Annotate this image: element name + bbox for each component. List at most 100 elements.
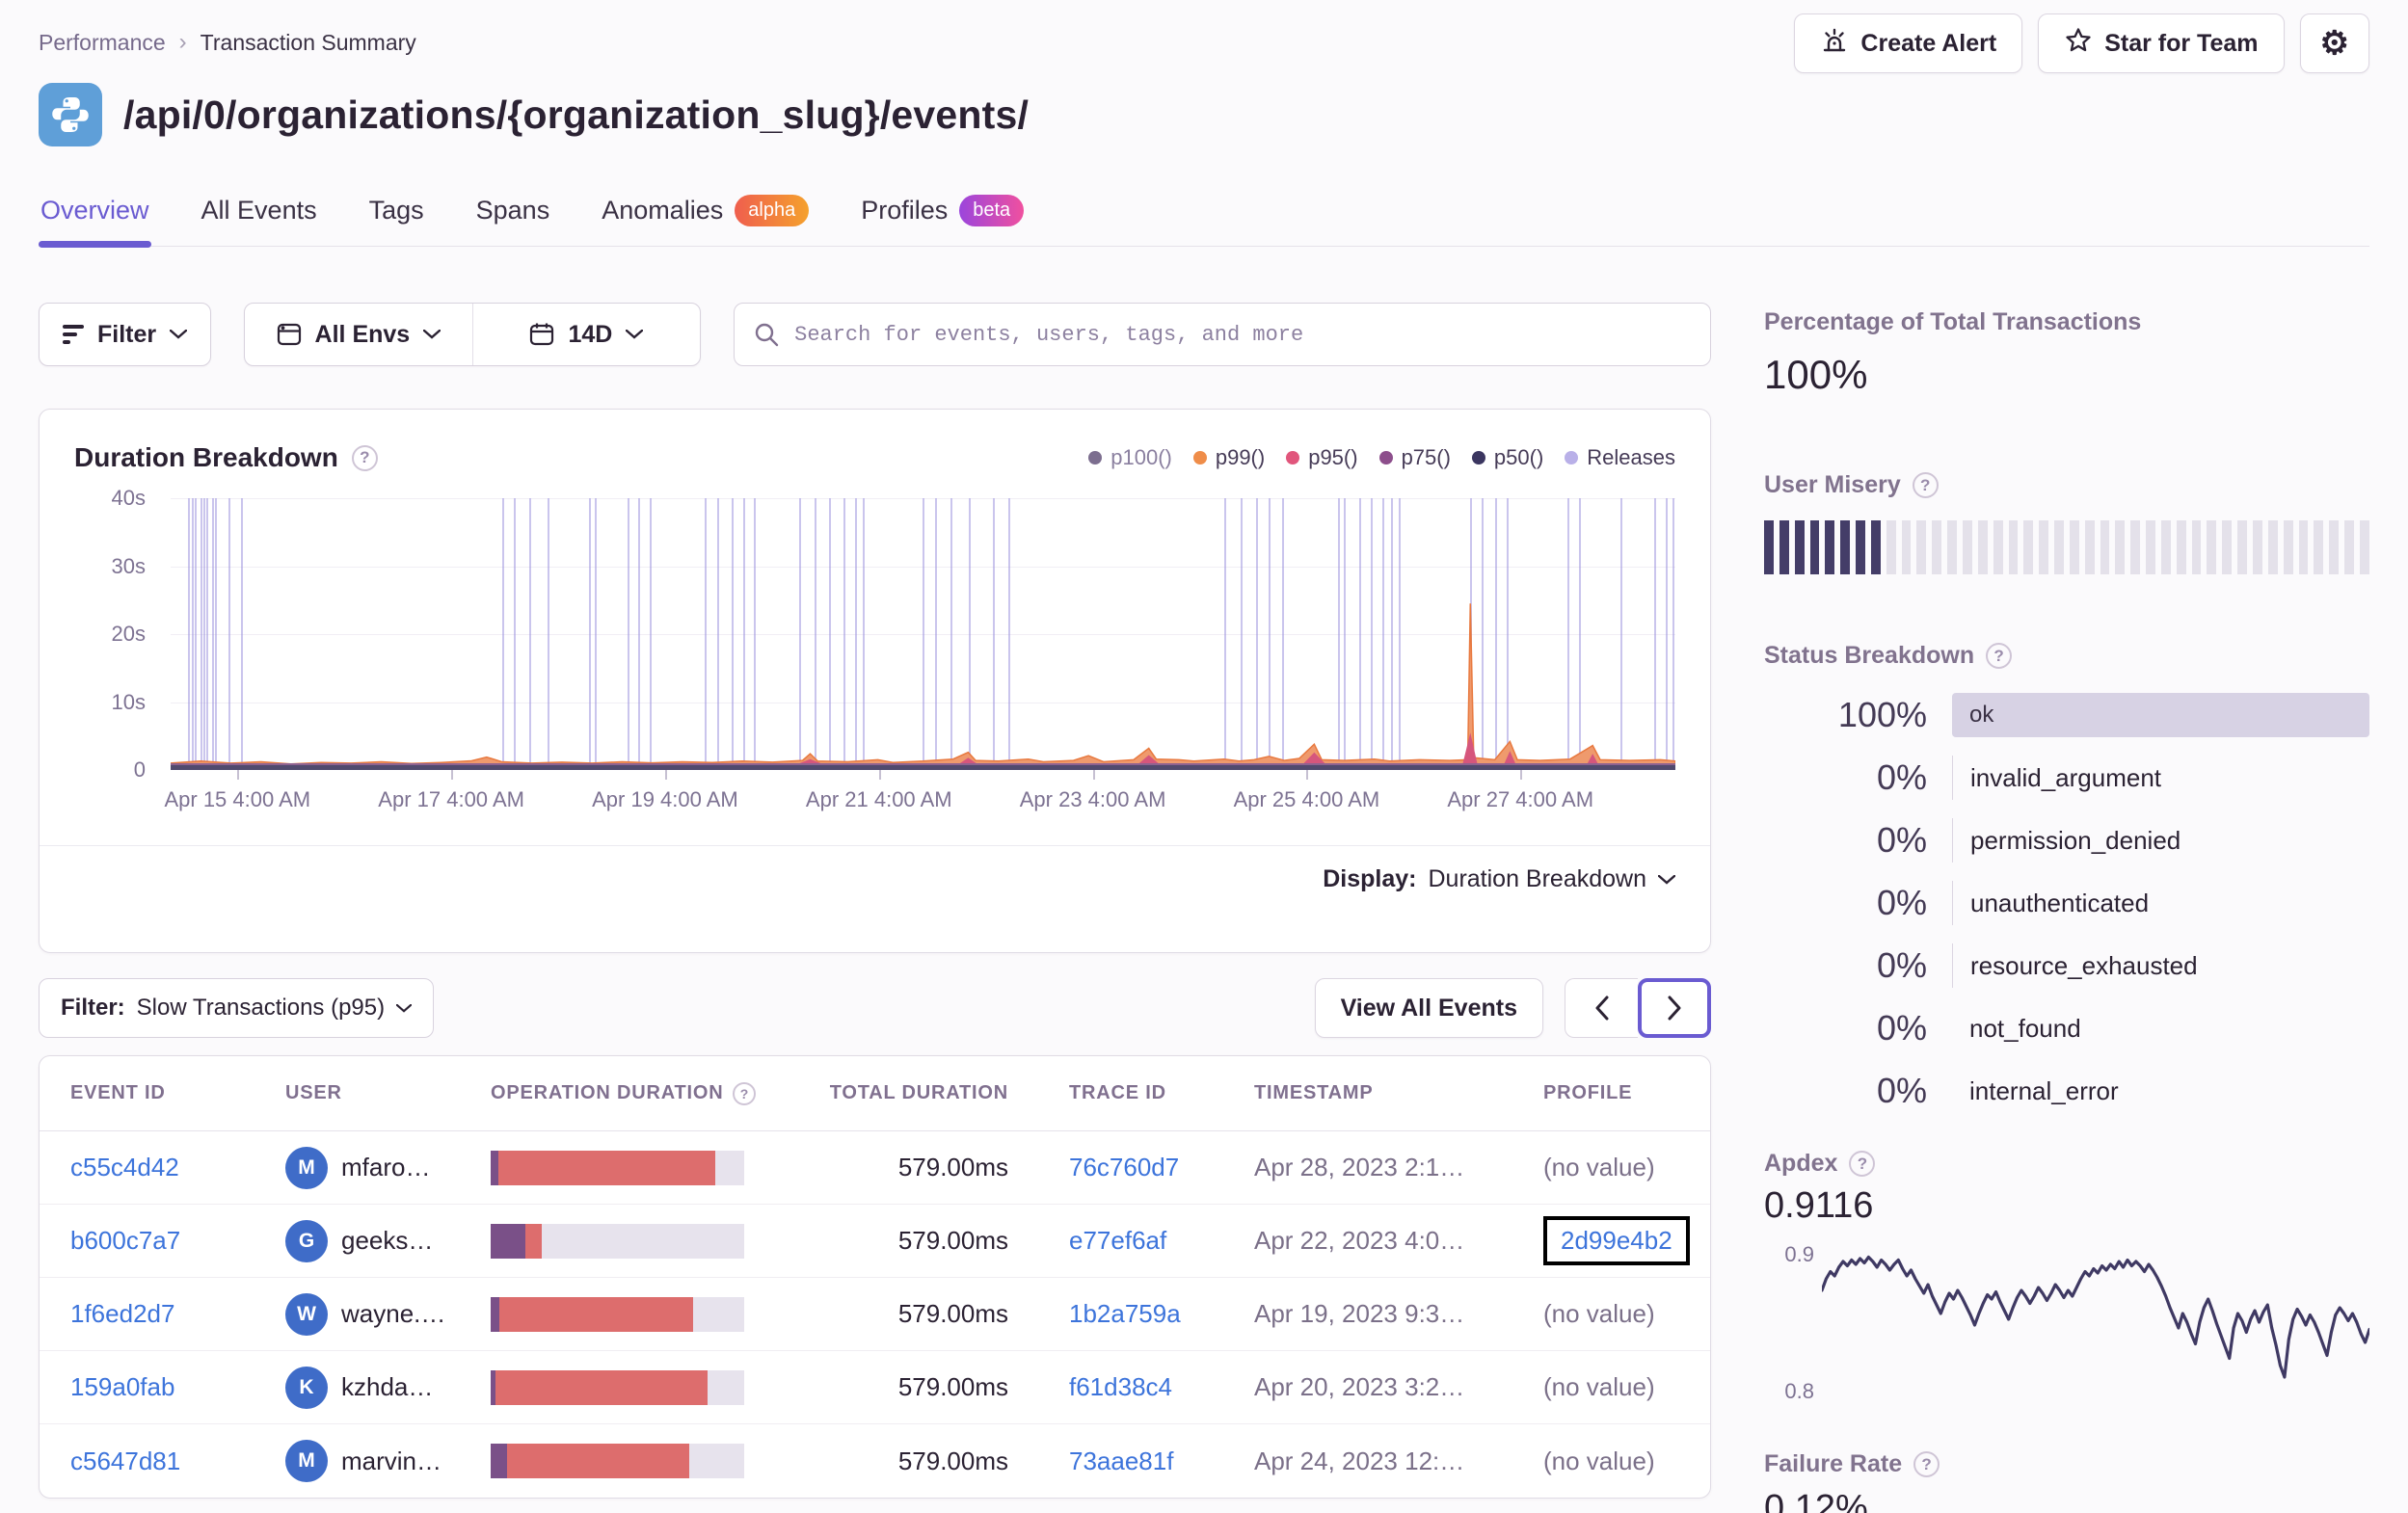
status-name: ok [1969, 702, 1994, 728]
create-alert-label: Create Alert [1860, 29, 1997, 57]
duration-breakdown-card: Duration Breakdown ? p100() p99() p95() p75… [39, 409, 1711, 953]
chevron-down-icon [1658, 874, 1675, 885]
legend-label: p100() [1110, 445, 1172, 469]
status-row-permission_denied: 0% permission_denied [1764, 818, 2369, 863]
legend-item-p95[interactable]: p95() [1286, 445, 1358, 470]
event-id-link[interactable]: 159a0fab [70, 1372, 174, 1402]
tab-tags[interactable]: Tags [367, 185, 426, 246]
legend-item-p99[interactable]: p99() [1192, 445, 1266, 470]
column-header-trace-id: TRACE ID [1008, 1082, 1254, 1104]
x-tick [1092, 770, 1095, 780]
event-id-link[interactable]: c5647d81 [70, 1447, 180, 1476]
status-row-internal_error: 0% internal_error [1764, 1069, 2369, 1113]
help-icon[interactable]: ? [1986, 643, 2013, 669]
x-tick [1520, 770, 1523, 780]
date-range-dropdown[interactable]: 14D [471, 304, 701, 365]
status-row-ok: 100% ok [1764, 693, 2369, 737]
chevron-right-icon [1668, 995, 1681, 1021]
legend-label: Releases [1587, 445, 1675, 469]
tabs-bar: Overview All Events Tags Spans Anomalies alph… [39, 185, 2369, 248]
tab-label: Profiles [861, 196, 949, 225]
misery-bar-empty [2267, 520, 2278, 574]
help-icon[interactable]: ? [1912, 472, 1939, 498]
profile-no-value: (no value) [1543, 1372, 1655, 1401]
cursor-highlight-box: 2d99e4b2 [1543, 1216, 1690, 1265]
operation-duration-bar[interactable] [491, 1444, 744, 1478]
tab-label: Tags [368, 196, 424, 225]
chart-plot-area[interactable]: Apr 15 4:00 AM Apr 17 4:00 AM Apr 19 4:00 … [164, 498, 1675, 811]
status-bar-ok[interactable]: ok [1952, 693, 2369, 737]
x-tick [664, 770, 667, 780]
operation-duration-bar[interactable] [491, 1296, 744, 1332]
avatar: G [285, 1219, 328, 1262]
trace-id-link[interactable]: 1b2a759a [1069, 1299, 1181, 1329]
breadcrumb-current: Transaction Summary [200, 29, 416, 55]
misery-bar-empty [2329, 520, 2340, 574]
help-icon[interactable]: ? [1913, 1451, 1940, 1477]
legend-item-p75[interactable]: p75() [1378, 445, 1451, 470]
column-header-total-duration: TOTAL DURATION [780, 1082, 1008, 1104]
y-axis-labels: 40s 30s 20s 10s 0 [74, 486, 157, 782]
misery-bar-empty [1916, 520, 1927, 574]
profile-id-link[interactable]: 2d99e4b2 [1561, 1226, 1672, 1255]
tab-label: Anomalies [602, 196, 724, 225]
operation-duration-bar[interactable] [491, 1369, 744, 1405]
status-row-unauthenticated: 0% unauthenticated [1764, 881, 2369, 925]
event-id-link[interactable]: 1f6ed2d7 [70, 1299, 174, 1329]
help-icon[interactable]: ? [733, 1081, 757, 1105]
apdex-line-chart [1822, 1255, 2369, 1379]
total-duration: 579.00ms [897, 1299, 1008, 1328]
x-tick [878, 770, 881, 780]
op-bar-p75-segment [491, 1150, 498, 1185]
star-for-team-button[interactable]: Star for Team [2038, 13, 2285, 73]
status-name: resource_exhausted [1952, 943, 2369, 988]
settings-button[interactable]: ⚙ [2299, 13, 2369, 73]
create-alert-button[interactable]: Create Alert [1794, 13, 2023, 73]
trace-id-link[interactable]: f61d38c4 [1069, 1372, 1172, 1402]
tab-anomalies[interactable]: Anomalies alpha [600, 185, 811, 246]
legend-item-p50[interactable]: p50() [1471, 445, 1543, 470]
legend-item-Releases[interactable]: Releases [1565, 445, 1675, 470]
apdex-y-top: 0.9 [1784, 1242, 1814, 1266]
previous-page-button[interactable] [1565, 978, 1638, 1038]
tab-overview[interactable]: Overview [39, 185, 151, 248]
trace-id-link[interactable]: 73aae81f [1069, 1447, 1173, 1476]
x-tick-label: Apr 23 4:00 AM [1019, 787, 1166, 811]
transactions-filter-dropdown[interactable]: Filter: Slow Transactions (p95) [39, 978, 435, 1038]
breadcrumb-performance[interactable]: Performance [39, 30, 166, 56]
calendar-icon [530, 323, 554, 346]
operation-duration-bar[interactable] [491, 1223, 744, 1259]
operation-duration-bar[interactable] [491, 1150, 744, 1185]
op-bar-p75-segment [491, 1444, 508, 1478]
status-breakdown-label: Status Breakdown ? [1764, 642, 2369, 670]
legend-item-p100[interactable]: p100() [1088, 445, 1172, 470]
event-id-link[interactable]: b600c7a7 [70, 1226, 180, 1256]
legend-label: p99() [1215, 445, 1266, 469]
tab-profiles[interactable]: Profiles beta [859, 185, 1026, 246]
display-selector[interactable]: Display: Duration Breakdown [40, 845, 1710, 913]
misery-bar-filled [1809, 520, 1820, 574]
title-row: /api/0/organizations/{organization_slug}… [39, 83, 2369, 146]
chevron-down-icon [170, 330, 188, 339]
user-misery-bar [1764, 520, 2369, 574]
op-bar-p95-segment [507, 1444, 690, 1478]
search-input[interactable] [734, 303, 1711, 366]
op-bar-p75-segment [491, 1296, 500, 1332]
tab-all-events[interactable]: All Events [200, 185, 319, 246]
trace-id-link[interactable]: e77ef6af [1069, 1226, 1166, 1256]
trace-id-link[interactable]: 76c760d7 [1069, 1153, 1179, 1182]
column-header-label: TOTAL DURATION [829, 1082, 1008, 1103]
display-value: Duration Breakdown [1428, 865, 1646, 892]
help-icon[interactable]: ? [1849, 1151, 1876, 1177]
next-page-button[interactable] [1638, 978, 1711, 1038]
misery-bar-filled [1794, 520, 1805, 574]
tab-spans[interactable]: Spans [474, 185, 552, 246]
status-name: not_found [1969, 1013, 2081, 1043]
misery-bar-empty [2359, 520, 2369, 574]
filter-dropdown[interactable]: Filter [39, 303, 212, 366]
help-icon[interactable]: ? [351, 444, 378, 471]
environment-dropdown[interactable]: All Envs [245, 304, 472, 365]
event-id-link[interactable]: c55c4d42 [70, 1153, 179, 1182]
apdex-y-bottom: 0.8 [1784, 1379, 1814, 1403]
view-all-events-button[interactable]: View All Events [1314, 978, 1543, 1038]
